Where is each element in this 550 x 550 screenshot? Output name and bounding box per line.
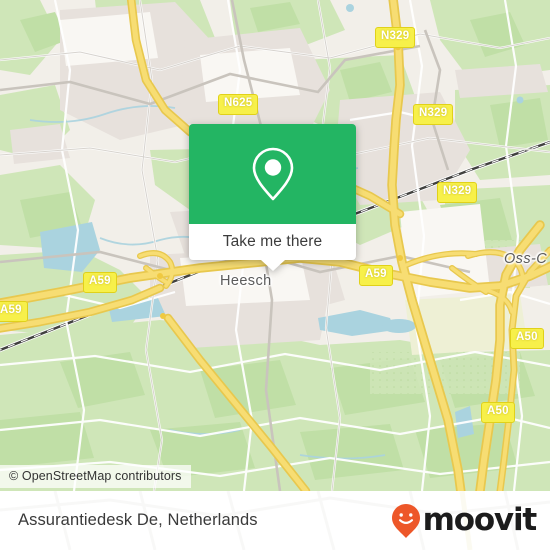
osm-attribution[interactable]: © OpenStreetMap contributors xyxy=(0,465,191,488)
road-shield-a59[interactable]: A59 xyxy=(359,265,393,286)
map-callout-card[interactable]: Take me there xyxy=(189,124,356,271)
road-shield-n329[interactable]: N329 xyxy=(375,27,416,48)
moovit-logo[interactable]: moovit xyxy=(391,502,538,539)
page-title: Assurantiedesk De, Netherlands xyxy=(18,511,258,529)
footer-bar: Assurantiedesk De, Netherlands moovit xyxy=(0,491,550,550)
map-screenshot: N329 N329 N329 N625 A59 A59 A59 A50 A50 … xyxy=(0,0,550,550)
moovit-smile-pin-icon xyxy=(391,503,420,538)
callout-action-area[interactable]: Take me there xyxy=(189,224,356,271)
moovit-wordmark: moovit xyxy=(422,502,538,538)
road-shield-a50[interactable]: A50 xyxy=(481,402,515,423)
map-pin-icon xyxy=(252,147,293,201)
take-me-there-button[interactable]: Take me there xyxy=(223,233,323,251)
place-label-heesch: Heesch xyxy=(220,273,272,289)
road-shield-a59[interactable]: A59 xyxy=(0,301,28,322)
road-shield-n329[interactable]: N329 xyxy=(437,182,478,203)
road-shield-n329[interactable]: N329 xyxy=(413,104,454,125)
callout-icon-area xyxy=(189,124,356,224)
road-shield-n625[interactable]: N625 xyxy=(218,94,259,115)
place-label-oss: Oss-C xyxy=(504,251,548,267)
callout-pointer-tail xyxy=(260,260,285,271)
road-shield-a50[interactable]: A50 xyxy=(510,328,544,349)
road-shield-a59[interactable]: A59 xyxy=(83,272,117,293)
map-canvas[interactable]: N329 N329 N329 N625 A59 A59 A59 A50 A50 … xyxy=(0,0,550,491)
